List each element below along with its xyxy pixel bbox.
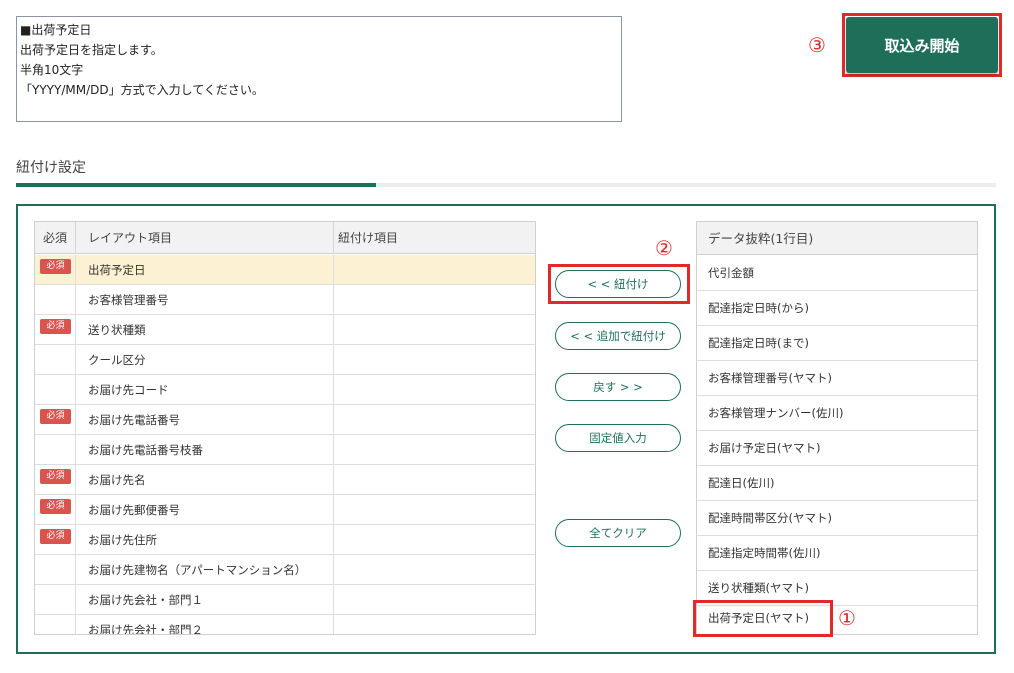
data-column-item[interactable]: お届け予定日(ヤマト) xyxy=(697,431,977,466)
required-badge: 必須 xyxy=(40,409,71,424)
table-row[interactable]: 必須 お届け先住所 xyxy=(35,525,535,555)
table-row[interactable]: 必須 送り状種類 xyxy=(35,315,535,345)
bind-button[interactable]: < < 紐付け xyxy=(555,270,681,298)
mapped-item-cell[interactable] xyxy=(334,525,535,555)
data-column-item[interactable]: 配達指定日時(まで) xyxy=(697,326,977,361)
table-row[interactable]: 必須 お届け先電話番号 xyxy=(35,405,535,435)
add-bind-button[interactable]: < < 追加で紐付け xyxy=(555,322,681,350)
mapped-item-cell[interactable] xyxy=(334,465,535,495)
import-start-button[interactable]: 取込み開始 xyxy=(846,17,998,73)
layout-item-label: お届け先電話番号枝番 xyxy=(76,435,334,465)
layout-item-label: お届け先名 xyxy=(76,465,334,495)
required-badge: 必須 xyxy=(40,529,71,544)
layout-item-label: お届け先会社・部門１ xyxy=(76,585,334,615)
mapped-item-cell[interactable] xyxy=(334,255,535,285)
layout-item-label: クール区分 xyxy=(76,345,334,375)
mapped-item-cell[interactable] xyxy=(334,345,535,375)
unbind-back-button[interactable]: 戻す > > xyxy=(555,373,681,401)
data-column-item[interactable]: 配達指定時間帯(佐川) xyxy=(697,536,977,571)
data-column-item[interactable]: 配達日(佐川) xyxy=(697,466,977,501)
fixed-value-button[interactable]: 固定値入力 xyxy=(555,424,681,452)
layout-items-table[interactable]: 必須 レイアウト項目 紐付け項目 必須 出荷予定日 お客様管理番号 必須 送り状… xyxy=(34,221,536,635)
layout-item-label: お届け先住所 xyxy=(76,525,334,555)
layout-item-label: お届け先コード xyxy=(76,375,334,405)
data-column-item[interactable]: 代引金額 xyxy=(697,256,977,291)
clear-all-button[interactable]: 全てクリア xyxy=(555,519,681,547)
table-row[interactable]: 必須 出荷予定日 xyxy=(35,255,535,285)
description-line: 出荷予定日を指定します。 xyxy=(20,43,163,57)
data-column-item[interactable]: お客様管理ナンバー(佐川) xyxy=(697,396,977,431)
required-badge: 必須 xyxy=(40,259,71,274)
table-row[interactable]: お届け先コード xyxy=(35,375,535,405)
data-column-item[interactable]: 配達時間帯区分(ヤマト) xyxy=(697,501,977,536)
data-column-item[interactable]: お客様管理番号(ヤマト) xyxy=(697,361,977,396)
mapped-item-cell[interactable] xyxy=(334,495,535,525)
step-marker-3: ③ xyxy=(808,33,826,57)
table-row[interactable]: お届け先電話番号枝番 xyxy=(35,435,535,465)
data-excerpt-header: データ抜粋(1行目) xyxy=(697,222,977,255)
mapped-item-cell[interactable] xyxy=(334,585,535,615)
section-divider-accent xyxy=(16,183,376,187)
layout-item-label: お届け先郵便番号 xyxy=(76,495,334,525)
mapped-item-cell[interactable] xyxy=(334,285,535,315)
mapped-item-cell[interactable] xyxy=(334,315,535,345)
section-title: 紐付け設定 xyxy=(16,160,86,176)
description-line: ■出荷予定日 xyxy=(20,23,92,37)
table-row[interactable]: お客様管理番号 xyxy=(35,285,535,315)
required-badge: 必須 xyxy=(40,469,71,484)
table-row[interactable]: クール区分 xyxy=(35,345,535,375)
required-badge: 必須 xyxy=(40,319,71,334)
data-column-item[interactable]: 配達指定日時(から) xyxy=(697,291,977,326)
mapped-item-cell[interactable] xyxy=(334,435,535,465)
column-header-required: 必須 xyxy=(35,222,76,254)
required-badge: 必須 xyxy=(40,499,71,514)
table-row[interactable]: お届け先建物名（アパートマンション名） xyxy=(35,555,535,585)
table-header: 必須 レイアウト項目 紐付け項目 xyxy=(35,222,535,254)
field-description-box: ■出荷予定日 出荷予定日を指定します。 半角10文字 「YYYY/MM/DD」方… xyxy=(16,16,622,122)
description-line: 「YYYY/MM/DD」方式で入力してください。 xyxy=(20,83,264,97)
layout-item-label: お届け先会社・部門２ xyxy=(76,615,334,634)
table-row[interactable]: 必須 お届け先郵便番号 xyxy=(35,495,535,525)
column-header-mapped-item: 紐付け項目 xyxy=(338,231,399,245)
step-marker-1: ① xyxy=(838,606,856,630)
data-excerpt-table[interactable]: データ抜粋(1行目) 代引金額 配達指定日時(から) 配達指定日時(まで) お客… xyxy=(696,221,978,635)
table-row[interactable]: お届け先会社・部門２ xyxy=(35,615,535,634)
layout-item-label: 送り状種類 xyxy=(76,315,334,345)
mapped-item-cell[interactable] xyxy=(334,375,535,405)
layout-item-label: 出荷予定日 xyxy=(76,255,334,285)
column-header-layout-item: レイアウト項目 xyxy=(76,222,334,254)
highlight-frame-data-item xyxy=(693,600,833,637)
mapped-item-cell[interactable] xyxy=(334,555,535,585)
table-row[interactable]: 必須 お届け先名 xyxy=(35,465,535,495)
description-line: 半角10文字 xyxy=(20,63,84,77)
layout-item-label: お届け先電話番号 xyxy=(76,405,334,435)
mapped-item-cell[interactable] xyxy=(334,405,535,435)
layout-item-label: お届け先建物名（アパートマンション名） xyxy=(76,555,334,585)
layout-item-label: お客様管理番号 xyxy=(76,285,334,315)
table-row[interactable]: お届け先会社・部門１ xyxy=(35,585,535,615)
step-marker-2: ② xyxy=(655,236,673,260)
mapped-item-cell[interactable] xyxy=(334,615,535,634)
